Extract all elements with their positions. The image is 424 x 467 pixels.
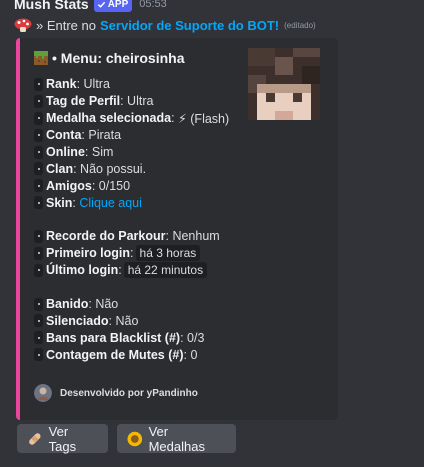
skin-link[interactable]: Clique aqui [79,196,142,210]
developer-avatar [34,384,52,402]
field-mute-count: Contagem de Mutes (#): 0 [34,346,244,363]
profile-embed: • Menu: cheirosinha Rank: Ultra Tag de P… [16,38,338,420]
app-badge-label: APP [107,0,129,10]
field-muted: Silenciado: Não [34,312,244,329]
support-server-link[interactable]: Servidor de Suporte do BOT! [100,18,279,33]
message-prefix: » Entre no [36,17,96,33]
view-medals-button[interactable]: Ver Medalhas [117,423,236,454]
field-banned: Banido: Não [34,296,244,313]
view-medals-label: Ver Medalhas [148,423,205,454]
field-account: Conta: Pirata [34,127,244,144]
app-badge: APP [93,0,133,12]
field-online: Online: Sim [34,144,244,161]
player-skin-thumbnail[interactable] [248,48,320,120]
bandage-icon [29,432,41,445]
field-first-login: Primeiro login: há 3 horas [34,245,244,262]
embed-title-text: • Menu: cheirosinha [52,50,185,66]
field-parkour-record: Recorde do Parkour: Nenhum [34,228,244,245]
field-clan: Clan: Não possui. [34,160,244,177]
grass-block-icon [34,51,48,65]
view-tags-button[interactable]: Ver Tags [17,423,108,454]
field-skin: Skin: Clique aqui [34,194,244,211]
field-friends: Amigos: 0/150 [34,177,244,194]
embed-footer: Desenvolvido por yPandinho [34,384,198,402]
message-content: » Entre no Servidor de Suporte do BOT! (… [14,15,316,35]
field-selected-medal: Medalha selecionada: ⚡ (Flash) [34,110,244,127]
embed-title: • Menu: cheirosinha [34,50,184,66]
embed-fields: Rank: Ultra Tag de Perfil: Ultra Medalha… [34,76,244,363]
field-rank: Rank: Ultra [34,76,244,93]
sunflower-icon [127,431,143,446]
view-tags-label: Ver Tags [48,423,77,454]
last-login-timestamp: há 22 minutos [123,262,208,279]
message-timestamp: 05:53 [139,0,167,10]
first-login-timestamp: há 3 horas [135,245,201,262]
field-profile-tag: Tag de Perfil: Ultra [34,93,244,110]
message-header: Mush Stats APP 05:53 [14,0,167,14]
bot-name[interactable]: Mush Stats [14,0,89,12]
verified-check-icon [97,1,105,8]
footer-text: Desenvolvido por yPandinho [60,387,198,399]
mushroom-icon [14,18,32,32]
field-last-login: Último login: há 22 minutos [34,262,244,279]
bot-message: Mush Stats APP 05:53 » Entre no Servidor… [0,0,424,467]
field-blacklist-bans: Bans para Blacklist (#): 0/3 [34,329,244,346]
edited-marker: (editado) [284,20,316,30]
